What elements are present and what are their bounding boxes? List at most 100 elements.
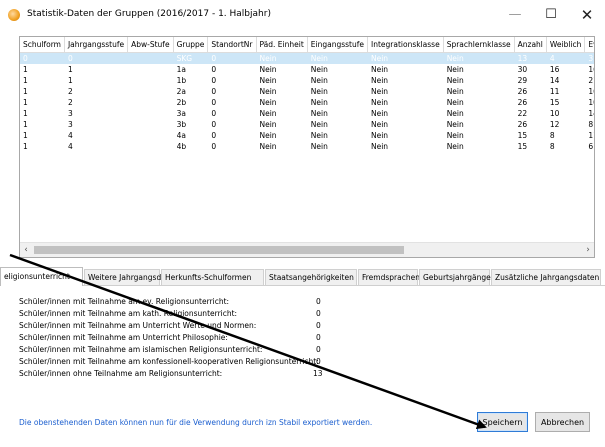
table-cell: 3 (584, 52, 594, 64)
table-row[interactable]: 1 3 3b 0 Nein Nein Nein Nein 26 12 8 (20, 119, 594, 130)
table-row[interactable]: 1 2 2b 0 Nein Nein Nein Nein 26 15 10 (20, 97, 594, 108)
table-cell: Nein (446, 131, 464, 140)
table-cell: 6 (588, 142, 594, 151)
table-cell: 1 (23, 65, 28, 74)
table-cell: 4 (546, 52, 585, 64)
table-cell (128, 141, 173, 152)
column-header[interactable]: StandortNr (207, 37, 257, 53)
table-cell: 2 (67, 98, 73, 107)
table-cell: 14 (549, 76, 560, 85)
stat-value: 0 (316, 309, 321, 318)
column-header[interactable]: Anzahl (514, 37, 547, 53)
table-cell: 0 (211, 98, 217, 107)
stat-label: Schüler/innen mit Teilnahme am ev. Relig… (19, 297, 230, 306)
column-header[interactable]: Jahrgangsstufe (64, 37, 129, 53)
tab-2[interactable]: Herkunfts-Schulformen (161, 269, 264, 285)
table-cell: 29 (517, 76, 528, 85)
table-cell: Nein (259, 65, 277, 74)
column-header[interactable]: Päd. Einheit (256, 37, 308, 53)
table-row[interactable]: 1 4 4a 0 Nein Nein Nein Nein 15 8 11 (20, 130, 594, 141)
table-row[interactable]: 1 1 1b 0 Nein Nein Nein Nein 29 14 21 (20, 75, 594, 86)
stat-value: 0 (316, 345, 321, 354)
table-cell: 16 (549, 65, 560, 74)
table-cell (128, 130, 173, 141)
table-row[interactable]: 1 2 2a 0 Nein Nein Nein Nein 26 11 16 (20, 86, 594, 97)
tab-3[interactable]: Staatsangehörigkeiten (265, 269, 357, 285)
table-cell: 2 (67, 87, 73, 96)
table-cell: 11 (549, 87, 560, 96)
table-cell: 16 (588, 65, 594, 74)
table-cell (128, 108, 173, 119)
table-cell: 4b (176, 142, 187, 151)
maximize-button[interactable]: ☐ (536, 6, 566, 24)
save-button[interactable]: Speichern (477, 412, 528, 432)
table-cell: 1 (23, 76, 28, 85)
table-cell: 11 (588, 131, 594, 140)
stat-value: 0 (316, 321, 321, 330)
table-cell: Nein (307, 52, 368, 64)
groups-table: Schulform Jahrgangsstufe Abw-Stufe Gruppe St… (20, 37, 594, 152)
table-cell: Nein (371, 142, 389, 151)
table-row[interactable]: 0 0 SKG 0 Nein Nein Nein Nein 13 4 3 (20, 52, 594, 64)
table-cell: 2a (176, 87, 186, 96)
table-cell: 10 (549, 109, 560, 118)
column-header[interactable]: Eingangsstufe (307, 37, 369, 53)
stat-label: Schüler/innen mit Teilnahme am kath. Rel… (19, 309, 238, 318)
table-cell: 26 (517, 87, 528, 96)
table-cell: Nein (371, 98, 389, 107)
table-row[interactable]: 1 3 3a 0 Nein Nein Nein Nein 22 10 14 (20, 108, 594, 119)
column-header[interactable]: Schulform (20, 37, 65, 53)
table-cell: SKG (173, 52, 208, 64)
table-cell: 0 (207, 52, 256, 64)
column-header[interactable]: Sprachlernklasse (443, 37, 515, 53)
stat-label: Schüler/innen mit Teilnahme am Unterrich… (19, 321, 257, 330)
table-row[interactable]: 1 1 1a 0 Nein Nein Nein Nein 30 16 16 (20, 64, 594, 75)
column-header[interactable]: Abw-Stufe (127, 37, 174, 53)
table-cell: Nein (310, 65, 328, 74)
tab-1[interactable]: Weitere Jahrgangsdaten (84, 269, 178, 285)
cancel-button[interactable]: Abbrechen (535, 412, 590, 432)
groups-grid[interactable]: Schulform Jahrgangsstufe Abw-Stufe Gruppe St… (19, 36, 595, 258)
scroll-left-icon[interactable]: ‹ (20, 244, 32, 256)
table-cell: Nein (446, 98, 464, 107)
table-cell: 3b (176, 120, 187, 129)
religion-panel: Schüler/innen mit Teilnahme am ev. Relig… (0, 286, 605, 402)
table-cell: Nein (310, 131, 328, 140)
table-cell: 10 (588, 98, 594, 107)
table-row[interactable]: 1 4 4b 0 Nein Nein Nein Nein 15 8 6 (20, 141, 594, 152)
table-cell: Nein (446, 87, 464, 96)
table-cell: 26 (517, 120, 528, 129)
tab-6[interactable]: Zusätzliche Jahrgangsdaten (491, 269, 601, 285)
stat-value: 0 (316, 357, 321, 366)
table-cell: 14 (588, 109, 594, 118)
table-cell: Nein (371, 65, 389, 74)
minimize-button[interactable]: — (500, 6, 530, 24)
table-cell: Nein (256, 52, 308, 64)
table-cell: Nein (443, 52, 515, 64)
close-button[interactable]: ✕ (572, 6, 602, 24)
table-cell: Nein (259, 87, 277, 96)
table-cell: 3a (176, 109, 186, 118)
table-cell: Nein (446, 120, 464, 129)
tab-5[interactable]: Geburtsjahrgänge (419, 269, 491, 285)
column-header[interactable]: Weiblich (546, 37, 586, 53)
tab-0[interactable]: eligionsunterricht (0, 267, 83, 286)
table-cell: 15 (549, 98, 560, 107)
scroll-right-icon[interactable]: › (582, 244, 594, 256)
column-header[interactable]: Eva (584, 37, 594, 53)
column-header[interactable]: Gruppe (173, 37, 209, 53)
app-icon (8, 9, 20, 21)
column-header[interactable]: Integrationsklasse (367, 37, 444, 53)
table-cell: Nein (310, 109, 328, 118)
table-cell: Nein (371, 87, 389, 96)
table-cell: Nein (367, 52, 444, 64)
table-cell: 13 (514, 52, 547, 64)
table-cell: 16 (588, 87, 594, 96)
table-cell: 3 (67, 120, 73, 129)
table-cell: Nein (310, 120, 328, 129)
table-cell: 1 (67, 65, 73, 74)
scrollbar-thumb[interactable] (34, 246, 404, 254)
tab-4[interactable]: Fremdsprachen (358, 269, 420, 285)
horizontal-scrollbar[interactable]: ‹ › (20, 242, 594, 257)
table-cell: 0 (211, 120, 217, 129)
